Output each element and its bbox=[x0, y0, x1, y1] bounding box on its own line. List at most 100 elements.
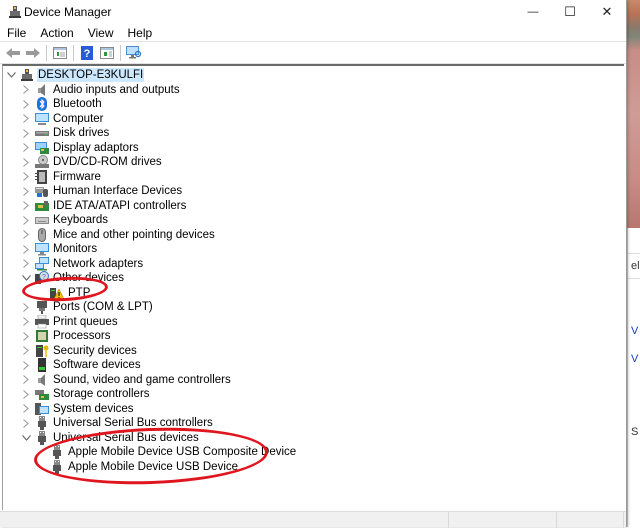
tree-item-label: Network adapters bbox=[53, 257, 144, 270]
chevron-right-icon[interactable] bbox=[20, 112, 32, 126]
tree-item-firmware[interactable]: Firmware bbox=[20, 169, 102, 185]
chevron-down-icon[interactable] bbox=[20, 431, 32, 445]
menu-view[interactable]: View bbox=[81, 26, 121, 40]
chevron-right-icon[interactable] bbox=[20, 387, 32, 401]
device-tree[interactable]: DESKTOP-E3KULFI Audio inputs and outputs B… bbox=[2, 64, 624, 510]
tree-item-computer[interactable]: Computer bbox=[20, 112, 105, 127]
chevron-down-icon[interactable] bbox=[5, 68, 17, 82]
menu-file[interactable]: File bbox=[0, 26, 33, 40]
show-hide-console-tree-button[interactable] bbox=[50, 44, 70, 62]
tree-item-root[interactable]: DESKTOP-E3KULFI bbox=[5, 68, 145, 83]
tree-item-software-devices[interactable]: Software devices bbox=[20, 358, 142, 373]
chevron-right-icon[interactable] bbox=[20, 358, 32, 372]
chevron-right-icon[interactable] bbox=[20, 199, 32, 213]
tree-item-universal-serial-bus-devices[interactable]: Universal Serial Bus devices bbox=[20, 430, 200, 446]
chevron-right-icon[interactable] bbox=[20, 315, 32, 329]
computer-icon bbox=[35, 112, 49, 125]
chevron-down-icon[interactable] bbox=[20, 271, 32, 285]
forward-button[interactable] bbox=[23, 44, 43, 62]
tree-item-ptp[interactable]: PTP bbox=[35, 286, 91, 301]
menu-action[interactable]: Action bbox=[33, 26, 80, 40]
chevron-right-icon[interactable] bbox=[20, 242, 32, 256]
tree-item-dvd-cd-rom-drives[interactable]: DVD/CD-ROM drives bbox=[20, 155, 163, 170]
arrow-left-icon bbox=[6, 47, 20, 58]
background-link[interactable]: V bbox=[631, 325, 638, 337]
tree-item-print-queues[interactable]: Print queues bbox=[20, 314, 119, 330]
tree-item-label: Audio inputs and outputs bbox=[53, 83, 180, 96]
action-pane-icon bbox=[100, 46, 114, 59]
bluetooth-icon bbox=[37, 97, 47, 112]
chevron-right-icon[interactable] bbox=[20, 141, 32, 155]
chevron-right-icon[interactable] bbox=[20, 97, 32, 111]
back-button[interactable] bbox=[3, 44, 23, 62]
close-icon: ✕ bbox=[601, 4, 613, 19]
tree-item-display-adaptors[interactable]: Display adaptors bbox=[20, 141, 140, 156]
status-bar bbox=[0, 511, 626, 528]
svg-text:?: ? bbox=[84, 48, 91, 60]
background-link[interactable]: V bbox=[631, 353, 638, 365]
toolbar-separator bbox=[120, 44, 121, 61]
chevron-right-icon[interactable] bbox=[20, 155, 32, 169]
scan-hardware-button[interactable] bbox=[124, 44, 144, 62]
keyboard-icon bbox=[35, 217, 49, 225]
speaker-icon bbox=[38, 83, 45, 96]
chevron-right-icon[interactable] bbox=[20, 300, 32, 314]
status-bar-divider bbox=[448, 512, 449, 528]
chevron-right-icon[interactable] bbox=[20, 329, 32, 343]
tree-item-label: Security devices bbox=[53, 344, 137, 357]
chevron-right-icon[interactable] bbox=[20, 213, 32, 227]
tree-item-human-interface-devices[interactable]: Human Interface Devices bbox=[20, 184, 183, 199]
title-bar[interactable]: Device Manager — ☐ ✕ bbox=[0, 0, 626, 24]
tree-item-disk-drives[interactable]: Disk drives bbox=[20, 126, 110, 141]
display-adapter-icon bbox=[35, 141, 49, 154]
usb-icon bbox=[53, 459, 61, 474]
software-device-icon bbox=[38, 358, 46, 373]
tree-item-storage-controllers[interactable]: Storage controllers bbox=[20, 387, 151, 402]
tree-item-ports-com-lpt[interactable]: Ports (COM & LPT) bbox=[20, 300, 154, 315]
tree-item-bluetooth[interactable]: Bluetooth bbox=[20, 97, 103, 112]
tree-item-network-adapters[interactable]: Network adapters bbox=[20, 256, 144, 272]
tree-item-apple-mobile-device-usb-composite-device[interactable]: Apple Mobile Device USB Composite Device bbox=[35, 445, 297, 460]
chevron-right-icon[interactable] bbox=[20, 170, 32, 184]
tree-item-label: Disk drives bbox=[53, 127, 110, 140]
unknown-device-icon: ? bbox=[35, 271, 49, 285]
tree-item-label: Software devices bbox=[53, 359, 141, 372]
chevron-right-icon[interactable] bbox=[20, 257, 32, 271]
tree-item-label: PTP bbox=[68, 286, 91, 299]
tree-item-processors[interactable]: Processors bbox=[20, 329, 112, 344]
processor-icon bbox=[36, 330, 48, 343]
device-manager-window: Device Manager — ☐ ✕ File Action View He… bbox=[0, 0, 627, 528]
chevron-right-icon[interactable] bbox=[20, 126, 32, 140]
tree-item-system-devices[interactable]: System devices bbox=[20, 402, 135, 417]
tree-item-audio-inputs-and-outputs[interactable]: Audio inputs and outputs bbox=[20, 83, 181, 98]
chevron-right-icon[interactable] bbox=[20, 184, 32, 198]
tree-item-other-devices[interactable]: ? Other devices bbox=[20, 271, 125, 286]
svg-text:?: ? bbox=[42, 274, 46, 281]
chevron-right-icon[interactable] bbox=[20, 373, 32, 387]
tree-item-sound-video-and-game-controllers[interactable]: Sound, video and game controllers bbox=[20, 373, 232, 388]
tree-item-apple-mobile-device-usb-device[interactable]: Apple Mobile Device USB Device bbox=[35, 459, 239, 475]
show-hide-action-pane-button[interactable] bbox=[97, 44, 117, 62]
close-button[interactable]: ✕ bbox=[584, 0, 630, 24]
tree-item-label: Bluetooth bbox=[53, 98, 102, 111]
port-icon bbox=[37, 301, 47, 315]
tree-item-security-devices[interactable]: Security devices bbox=[20, 344, 138, 359]
chevron-right-icon[interactable] bbox=[20, 228, 32, 242]
chevron-right-icon[interactable] bbox=[20, 344, 32, 358]
background-divider bbox=[628, 278, 640, 279]
help-button[interactable]: ? bbox=[77, 44, 97, 62]
menu-help[interactable]: Help bbox=[121, 26, 160, 40]
chevron-right-icon[interactable] bbox=[20, 83, 32, 97]
usb-icon bbox=[38, 430, 46, 445]
chevron-right-icon[interactable] bbox=[20, 416, 32, 430]
tree-item-monitors[interactable]: Monitors bbox=[20, 242, 98, 257]
background-text: S bbox=[631, 426, 639, 438]
tree-item-label: Print queues bbox=[53, 315, 118, 328]
tree-item-keyboards[interactable]: Keyboards bbox=[20, 213, 109, 228]
tree-item-universal-serial-bus-controllers[interactable]: Universal Serial Bus controllers bbox=[20, 416, 214, 431]
tree-item-mice-and-other-pointing-devices[interactable]: Mice and other pointing devices bbox=[20, 227, 216, 243]
tree-item-ide-ata-atapi-controllers[interactable]: IDE ATA/ATAPI controllers bbox=[20, 199, 187, 214]
chevron-right-icon[interactable] bbox=[20, 402, 32, 416]
